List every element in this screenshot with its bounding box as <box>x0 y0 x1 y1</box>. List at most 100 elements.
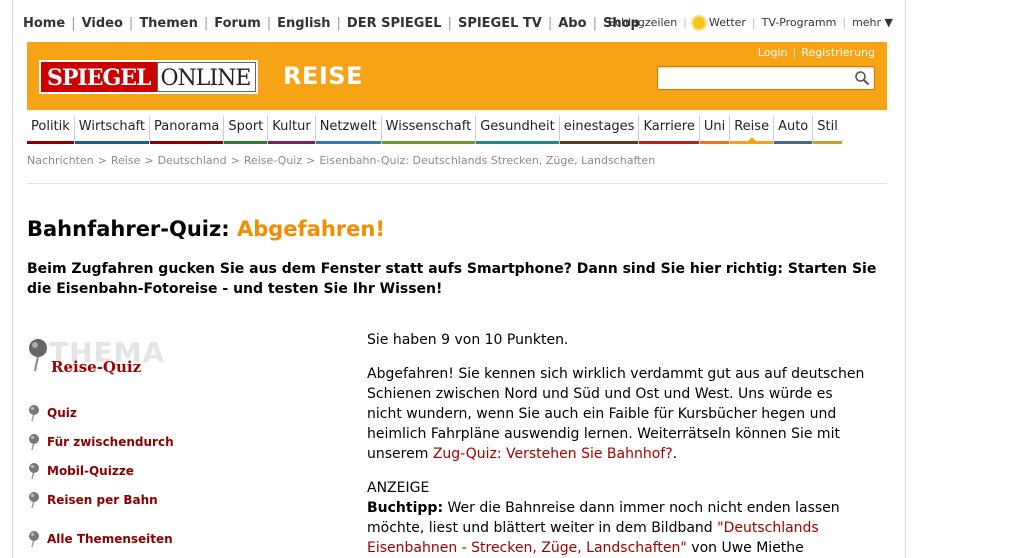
result-paragraph-end: . <box>672 446 678 462</box>
pin-icon <box>29 405 39 422</box>
section-color-bar <box>813 141 842 144</box>
pin-icon <box>29 339 47 372</box>
top-nav-right: Schlagzeilen | Wetter | TV-Programm | me… <box>608 16 893 29</box>
section-tab-label: einestages <box>563 119 635 134</box>
quiz-result: Sie haben 9 von 10 Punkten. Abgefahren! … <box>367 330 867 558</box>
sidebar-link-mobil-quizze[interactable]: Mobil-Quizze <box>27 462 134 480</box>
login-links: Login | Registrierung <box>758 46 875 59</box>
top-navigation: Home | Video | Themen | Forum | English | DER… <box>13 0 907 42</box>
section-tab-label: Politik <box>31 119 70 134</box>
search-input[interactable] <box>657 66 875 90</box>
section-tab-stil[interactable]: Stil <box>813 116 842 144</box>
section-tab-label: Reise <box>734 119 770 134</box>
section-tab-label: Netzwelt <box>319 119 377 134</box>
breadcrumb-separator: > <box>306 154 316 167</box>
sidebar-link-label: Alle Themenseiten <box>47 532 173 546</box>
sidebar-link-label: Reisen per Bahn <box>47 493 158 507</box>
separator: | <box>203 16 209 31</box>
breadcrumb-separator: > <box>144 154 154 167</box>
pin-icon <box>29 463 39 480</box>
section-tab-auto[interactable]: Auto <box>774 116 814 144</box>
section-tab-label: Sport <box>228 119 264 134</box>
section-tab-sport[interactable]: Sport <box>224 116 269 144</box>
breadcrumb-nachrichten[interactable]: Nachrichten <box>27 154 94 167</box>
section-tab-panorama[interactable]: Panorama <box>150 116 225 144</box>
breadcrumb-separator: > <box>97 154 107 167</box>
sidebar-link-alle-themenseiten[interactable]: Alle Themenseiten <box>27 530 173 548</box>
book-tip-label: Buchtipp: <box>367 500 444 516</box>
separator: | <box>128 16 134 31</box>
section-color-bar <box>224 141 268 144</box>
separator: | <box>683 16 687 29</box>
topnav-spiegel-tv[interactable]: SPIEGEL TV <box>458 16 542 31</box>
section-tab-politik[interactable]: Politik <box>27 116 75 144</box>
separator: | <box>266 16 272 31</box>
book-tip-end: von Uwe Miethe <box>686 540 804 556</box>
section-tab-reise[interactable]: Reise <box>730 116 775 144</box>
topnav-wetter[interactable]: Wetter <box>709 16 746 29</box>
topnav-mehr-dropdown[interactable]: mehr ▼ <box>852 16 893 29</box>
login-link[interactable]: Login <box>758 46 788 59</box>
spiegel-online-logo[interactable]: SPIEGEL ONLINE <box>39 60 259 94</box>
sidebar-link-reisen-per-bahn[interactable]: Reisen per Bahn <box>27 491 158 509</box>
sun-icon <box>693 16 705 29</box>
topnav-der-spiegel[interactable]: DER SPIEGEL <box>347 16 442 31</box>
sidebar-link-quiz[interactable]: Quiz <box>27 404 77 422</box>
search-icon[interactable] <box>854 70 870 86</box>
ad-label: ANZEIGE <box>367 480 430 496</box>
quiz-result-text: Abgefahren! Sie kennen sich wirklich ver… <box>367 364 867 464</box>
separator: | <box>751 16 756 29</box>
topnav-home[interactable]: Home <box>23 16 65 31</box>
section-tab-netzwelt[interactable]: Netzwelt <box>315 116 382 144</box>
zug-quiz-link[interactable]: Zug-Quiz: Verstehen Sie Bahnhof? <box>433 446 673 462</box>
separator: | <box>71 16 76 31</box>
thema-title-link[interactable]: Reise-Quiz <box>51 358 141 376</box>
sidebar-link-label: Quiz <box>47 406 77 420</box>
sidebar-link-label: Mobil-Quizze <box>47 464 134 478</box>
topnav-video[interactable]: Video <box>82 16 123 31</box>
topnav-schlagzeilen[interactable]: Schlagzeilen <box>608 16 677 29</box>
section-color-bar <box>774 141 813 144</box>
section-navigation: Politik Wirtschaft Panorama Sport Kultur Netz… <box>27 116 887 144</box>
section-title[interactable]: REISE <box>283 62 363 90</box>
separator: | <box>842 16 847 29</box>
breadcrumb-reise-quiz[interactable]: Reise-Quiz <box>244 154 302 167</box>
book-tip: Buchtipp: Wer die Bahnreise dann immer n… <box>367 498 867 558</box>
topnav-tv-programm[interactable]: TV-Programm <box>762 16 837 29</box>
section-color-bar <box>730 141 774 144</box>
topnav-english[interactable]: English <box>277 16 330 31</box>
separator: | <box>336 16 341 31</box>
divider <box>27 183 887 184</box>
section-tab-wirtschaft[interactable]: Wirtschaft <box>74 116 150 144</box>
section-color-bar <box>315 141 381 144</box>
section-color-bar <box>268 141 315 144</box>
pin-icon <box>29 531 39 548</box>
pin-icon <box>29 434 39 451</box>
section-tab-uni[interactable]: Uni <box>699 116 731 144</box>
topnav-abo[interactable]: Abo <box>558 16 586 31</box>
section-tab-karriere[interactable]: Karriere <box>639 116 700 144</box>
topnav-themen[interactable]: Themen <box>139 16 198 31</box>
section-tab-label: Gesundheit <box>480 119 555 134</box>
quiz-score: Sie haben 9 von 10 Punkten. <box>367 332 569 348</box>
breadcrumb-separator: > <box>230 154 240 167</box>
register-link[interactable]: Registrierung <box>801 46 875 59</box>
breadcrumb-reise[interactable]: Reise <box>111 154 140 167</box>
sidebar-link-fuer-zwischendurch[interactable]: Für zwischendurch <box>27 433 174 451</box>
page: Home | Video | Themen | Forum | English | DER… <box>12 0 906 558</box>
section-color-bar <box>559 141 639 144</box>
topnav-forum[interactable]: Forum <box>214 16 261 31</box>
section-tab-gesundheit[interactable]: Gesundheit <box>476 116 560 144</box>
section-tab-label: Uni <box>703 119 726 134</box>
section-tab-label: Kultur <box>272 119 311 134</box>
section-tab-wissenschaft[interactable]: Wissenschaft <box>381 116 477 144</box>
section-tab-label: Panorama <box>154 119 220 134</box>
section-tab-label: Stil <box>817 119 838 134</box>
section-tab-label: Auto <box>778 119 809 134</box>
section-tab-einestages[interactable]: einestages <box>559 116 640 144</box>
section-color-bar <box>150 141 224 144</box>
section-tab-kultur[interactable]: Kultur <box>268 116 316 144</box>
logo-spiegel-text: SPIEGEL <box>39 60 157 94</box>
breadcrumb-deutschland[interactable]: Deutschland <box>158 154 227 167</box>
headline-accent: Abgefahren! <box>236 217 385 241</box>
